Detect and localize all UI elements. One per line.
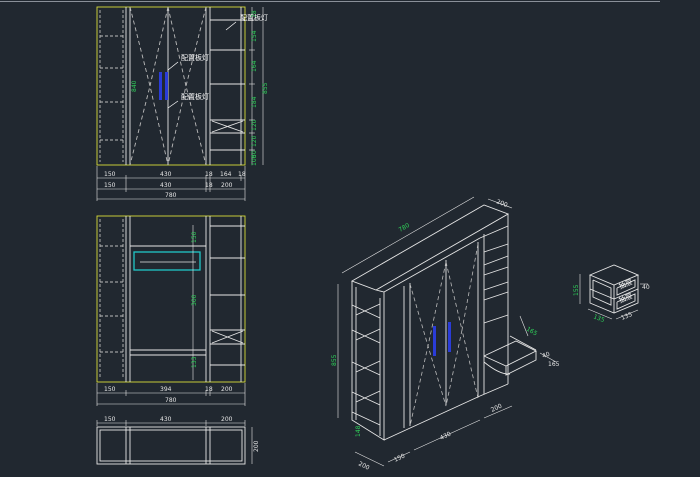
drawer-dim-side: 40 [642, 284, 650, 291]
section-hanging-rail [133, 251, 201, 271]
drawer-cabinet [579, 264, 648, 320]
plan-dim-1: 150 [104, 416, 116, 423]
section-dim-300: 300 [191, 294, 198, 306]
front-height-840: 840 [131, 80, 138, 92]
front-dim-r8: 100 [251, 154, 258, 166]
front-overall-height: 855 [262, 82, 269, 94]
front-right-dim-chain: 78 154 164 184 120 120 50 100 855 [249, 7, 269, 166]
front-dim-b3: 18 [205, 171, 213, 178]
front-overall-width: 780 [165, 192, 177, 199]
front-dim-c1: 150 [104, 182, 116, 189]
section-dim-b3: 18 [205, 386, 213, 393]
section-inner-dims: 150 300 133 [191, 225, 198, 380]
section-bottom-dims: 150 394 18 200 780 [96, 383, 246, 406]
front-dim-c4: 200 [221, 182, 233, 189]
section-dim-150: 150 [191, 231, 198, 243]
front-callout-2: 配置板灯 [181, 53, 209, 62]
front-dim-c2: 430 [160, 182, 172, 189]
iso-dim-bottom-1: 200 [357, 460, 371, 471]
plan-view [96, 420, 253, 465]
iso-dim-height: 855 [331, 354, 338, 366]
front-door-handle-right [165, 72, 168, 100]
iso-dim-bottom-3: 430 [439, 431, 453, 442]
section-view [96, 215, 246, 383]
section-dim-b2: 394 [160, 386, 172, 393]
iso-dim-desk-tag: 165 [548, 361, 560, 368]
front-dim-b4: 164 [220, 171, 232, 178]
section-dim-133: 133 [191, 356, 198, 368]
front-dim-c3: 18 [205, 182, 213, 189]
front-dim-b1: 150 [104, 171, 116, 178]
isometric-view [350, 204, 538, 441]
plan-side-dim: 200 [253, 440, 260, 452]
section-dim-b1: 150 [104, 386, 116, 393]
front-callout-3: 配置板灯 [181, 92, 209, 101]
iso-dim-bottom-4: 200 [490, 403, 504, 414]
front-door-handle-left [159, 72, 162, 100]
iso-dim-desk-depth: 165 [525, 326, 539, 338]
iso-dim-depth: 200 [495, 198, 508, 209]
cad-drawing-canvas: 配置板灯 配置板灯 配置板灯 840 78 154 164 184 120 12… [0, 1, 660, 472]
front-bottom-dims: 150 430 18 164 18 150 430 18 200 780 [96, 166, 246, 201]
front-elevation [96, 6, 246, 166]
section-outer-frame [96, 215, 246, 383]
iso-dim-width: 780 [398, 222, 412, 234]
drawer-dim-width: 135 [592, 313, 605, 324]
front-outer-frame [96, 6, 246, 166]
front-dim-b5: 18 [238, 171, 246, 178]
iso-door-handle-left [433, 326, 436, 356]
plan-dim-3: 200 [221, 416, 233, 423]
iso-door-handle-right [448, 322, 451, 352]
front-dim-r6: 120 [251, 135, 258, 147]
front-dim-r2: 154 [251, 30, 258, 42]
front-left-shelves-hidden [99, 10, 124, 162]
section-overall-width: 780 [165, 397, 177, 404]
drawer-dim-height: 155 [573, 284, 580, 296]
front-dim-r4: 184 [251, 96, 258, 108]
front-dim-r3: 164 [251, 60, 258, 72]
section-dim-b4: 200 [221, 386, 233, 393]
iso-dim-left-bottom: 148 [355, 425, 362, 437]
plan-dim-2: 430 [160, 416, 172, 423]
front-dim-r1: 78 [251, 10, 258, 18]
iso-top-face [350, 204, 510, 291]
iso-dimensions: 780 200 855 165 40 165 200 150 430 200 1… [331, 196, 560, 472]
front-dim-r5: 120 [251, 119, 258, 131]
front-dim-b2: 430 [160, 171, 172, 178]
